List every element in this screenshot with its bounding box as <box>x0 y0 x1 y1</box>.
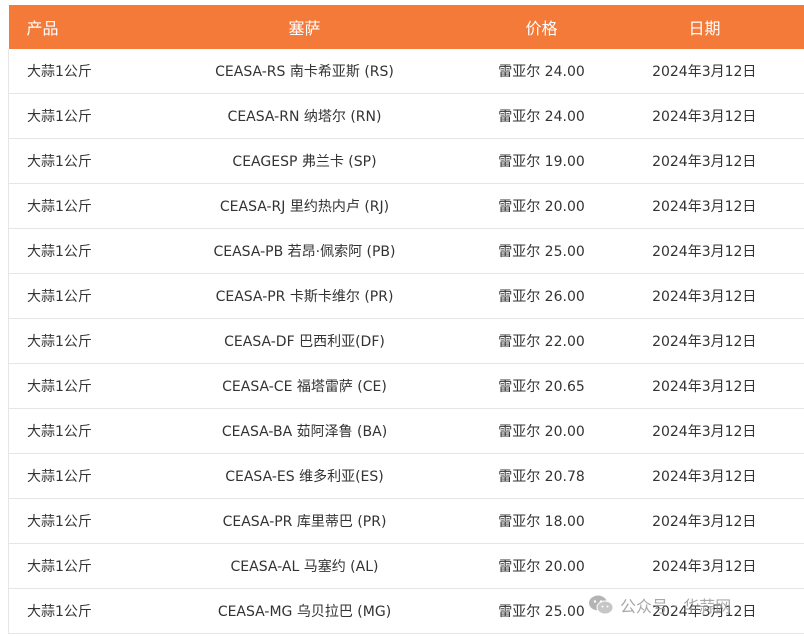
table-row: 大蒜1公斤 CEASA-BA 茹阿泽鲁 (BA) 雷亚尔 20.00 2024年… <box>8 408 804 454</box>
cell-product: 大蒜1公斤 <box>8 183 131 229</box>
wechat-icon <box>588 594 614 616</box>
cell-price: 雷亚尔 20.00 <box>478 408 605 454</box>
table-row: 大蒜1公斤 CEASA-RJ 里约热内卢 (RJ) 雷亚尔 20.00 2024… <box>8 183 804 229</box>
table-header: 产品 塞萨 价格 日期 <box>8 5 804 49</box>
cell-price: 雷亚尔 20.65 <box>478 363 605 409</box>
table-body: 大蒜1公斤 CEASA-RS 南卡希亚斯 (RS) 雷亚尔 24.00 2024… <box>8 49 804 634</box>
cell-ceasa: CEASA-MG 乌贝拉巴 (MG) <box>130 588 479 634</box>
watermark-text: 公众号 · 华蒜网 <box>620 597 732 616</box>
table-row: 大蒜1公斤 CEASA-RS 南卡希亚斯 (RS) 雷亚尔 24.00 2024… <box>8 49 804 94</box>
cell-date: 2024年3月12日 <box>604 273 804 319</box>
price-table: 产品 塞萨 价格 日期 大蒜1公斤 CEASA-RS 南卡希亚斯 (RS) 雷亚… <box>8 5 804 634</box>
cell-price: 雷亚尔 26.00 <box>478 273 605 319</box>
cell-price: 雷亚尔 25.00 <box>478 588 605 634</box>
column-header-price: 价格 <box>478 5 605 49</box>
table-row: 大蒜1公斤 CEASA-CE 福塔雷萨 (CE) 雷亚尔 20.65 2024年… <box>8 363 804 409</box>
cell-date: 2024年3月12日 <box>604 363 804 409</box>
column-header-product: 产品 <box>8 5 131 49</box>
cell-product: 大蒜1公斤 <box>8 273 131 319</box>
watermark: 公众号 · 华蒜网 <box>588 590 731 620</box>
cell-ceasa: CEASA-DF 巴西利亚(DF) <box>130 318 479 364</box>
cell-product: 大蒜1公斤 <box>8 543 131 589</box>
cell-product: 大蒜1公斤 <box>8 453 131 499</box>
cell-date: 2024年3月12日 <box>604 543 804 589</box>
page: 产品 塞萨 价格 日期 大蒜1公斤 CEASA-RS 南卡希亚斯 (RS) 雷亚… <box>0 0 804 636</box>
cell-product: 大蒜1公斤 <box>8 498 131 544</box>
cell-product: 大蒜1公斤 <box>8 93 131 139</box>
cell-date: 2024年3月12日 <box>604 408 804 454</box>
table-row: 大蒜1公斤 CEASA-PR 卡斯卡维尔 (PR) 雷亚尔 26.00 2024… <box>8 273 804 319</box>
cell-date: 2024年3月12日 <box>604 318 804 364</box>
cell-ceasa: CEASA-AL 马塞约 (AL) <box>130 543 479 589</box>
cell-product: 大蒜1公斤 <box>8 228 131 274</box>
cell-date: 2024年3月12日 <box>604 183 804 229</box>
cell-ceasa: CEASA-RS 南卡希亚斯 (RS) <box>130 49 479 94</box>
cell-date: 2024年3月12日 <box>604 138 804 184</box>
cell-ceasa: CEASA-PR 卡斯卡维尔 (PR) <box>130 273 479 319</box>
table-row: 大蒜1公斤 CEASA-AL 马塞约 (AL) 雷亚尔 20.00 2024年3… <box>8 543 804 589</box>
cell-price: 雷亚尔 19.00 <box>478 138 605 184</box>
cell-ceasa: CEASA-RN 纳塔尔 (RN) <box>130 93 479 139</box>
cell-price: 雷亚尔 24.00 <box>478 49 605 94</box>
cell-product: 大蒜1公斤 <box>8 49 131 94</box>
column-header-date: 日期 <box>604 5 804 49</box>
column-header-ceasa: 塞萨 <box>130 5 479 49</box>
cell-price: 雷亚尔 24.00 <box>478 93 605 139</box>
cell-date: 2024年3月12日 <box>604 49 804 94</box>
cell-ceasa: CEASA-PB 若昂·佩索阿 (PB) <box>130 228 479 274</box>
cell-price: 雷亚尔 18.00 <box>478 498 605 544</box>
cell-ceasa: CEAGESP 弗兰卡 (SP) <box>130 138 479 184</box>
table-row: 大蒜1公斤 CEASA-PB 若昂·佩索阿 (PB) 雷亚尔 25.00 202… <box>8 228 804 274</box>
cell-date: 2024年3月12日 <box>604 498 804 544</box>
cell-date: 2024年3月12日 <box>604 93 804 139</box>
table-row: 大蒜1公斤 CEASA-DF 巴西利亚(DF) 雷亚尔 22.00 2024年3… <box>8 318 804 364</box>
cell-product: 大蒜1公斤 <box>8 138 131 184</box>
cell-ceasa: CEASA-PR 库里蒂巴 (PR) <box>130 498 479 544</box>
cell-date: 2024年3月12日 <box>604 453 804 499</box>
cell-price: 雷亚尔 20.00 <box>478 543 605 589</box>
cell-ceasa: CEASA-ES 维多利亚(ES) <box>130 453 479 499</box>
cell-product: 大蒜1公斤 <box>8 588 131 634</box>
cell-price: 雷亚尔 22.00 <box>478 318 605 364</box>
cell-date: 2024年3月12日 <box>604 228 804 274</box>
cell-ceasa: CEASA-RJ 里约热内卢 (RJ) <box>130 183 479 229</box>
table-row: 大蒜1公斤 CEASA-PR 库里蒂巴 (PR) 雷亚尔 18.00 2024年… <box>8 498 804 544</box>
cell-ceasa: CEASA-CE 福塔雷萨 (CE) <box>130 363 479 409</box>
header-row: 产品 塞萨 价格 日期 <box>8 5 804 49</box>
cell-price: 雷亚尔 20.00 <box>478 183 605 229</box>
cell-product: 大蒜1公斤 <box>8 363 131 409</box>
cell-ceasa: CEASA-BA 茹阿泽鲁 (BA) <box>130 408 479 454</box>
cell-product: 大蒜1公斤 <box>8 408 131 454</box>
cell-price: 雷亚尔 25.00 <box>478 228 605 274</box>
table-row: 大蒜1公斤 CEAGESP 弗兰卡 (SP) 雷亚尔 19.00 2024年3月… <box>8 138 804 184</box>
table-row: 大蒜1公斤 CEASA-RN 纳塔尔 (RN) 雷亚尔 24.00 2024年3… <box>8 93 804 139</box>
cell-price: 雷亚尔 20.78 <box>478 453 605 499</box>
cell-product: 大蒜1公斤 <box>8 318 131 364</box>
table-row: 大蒜1公斤 CEASA-ES 维多利亚(ES) 雷亚尔 20.78 2024年3… <box>8 453 804 499</box>
